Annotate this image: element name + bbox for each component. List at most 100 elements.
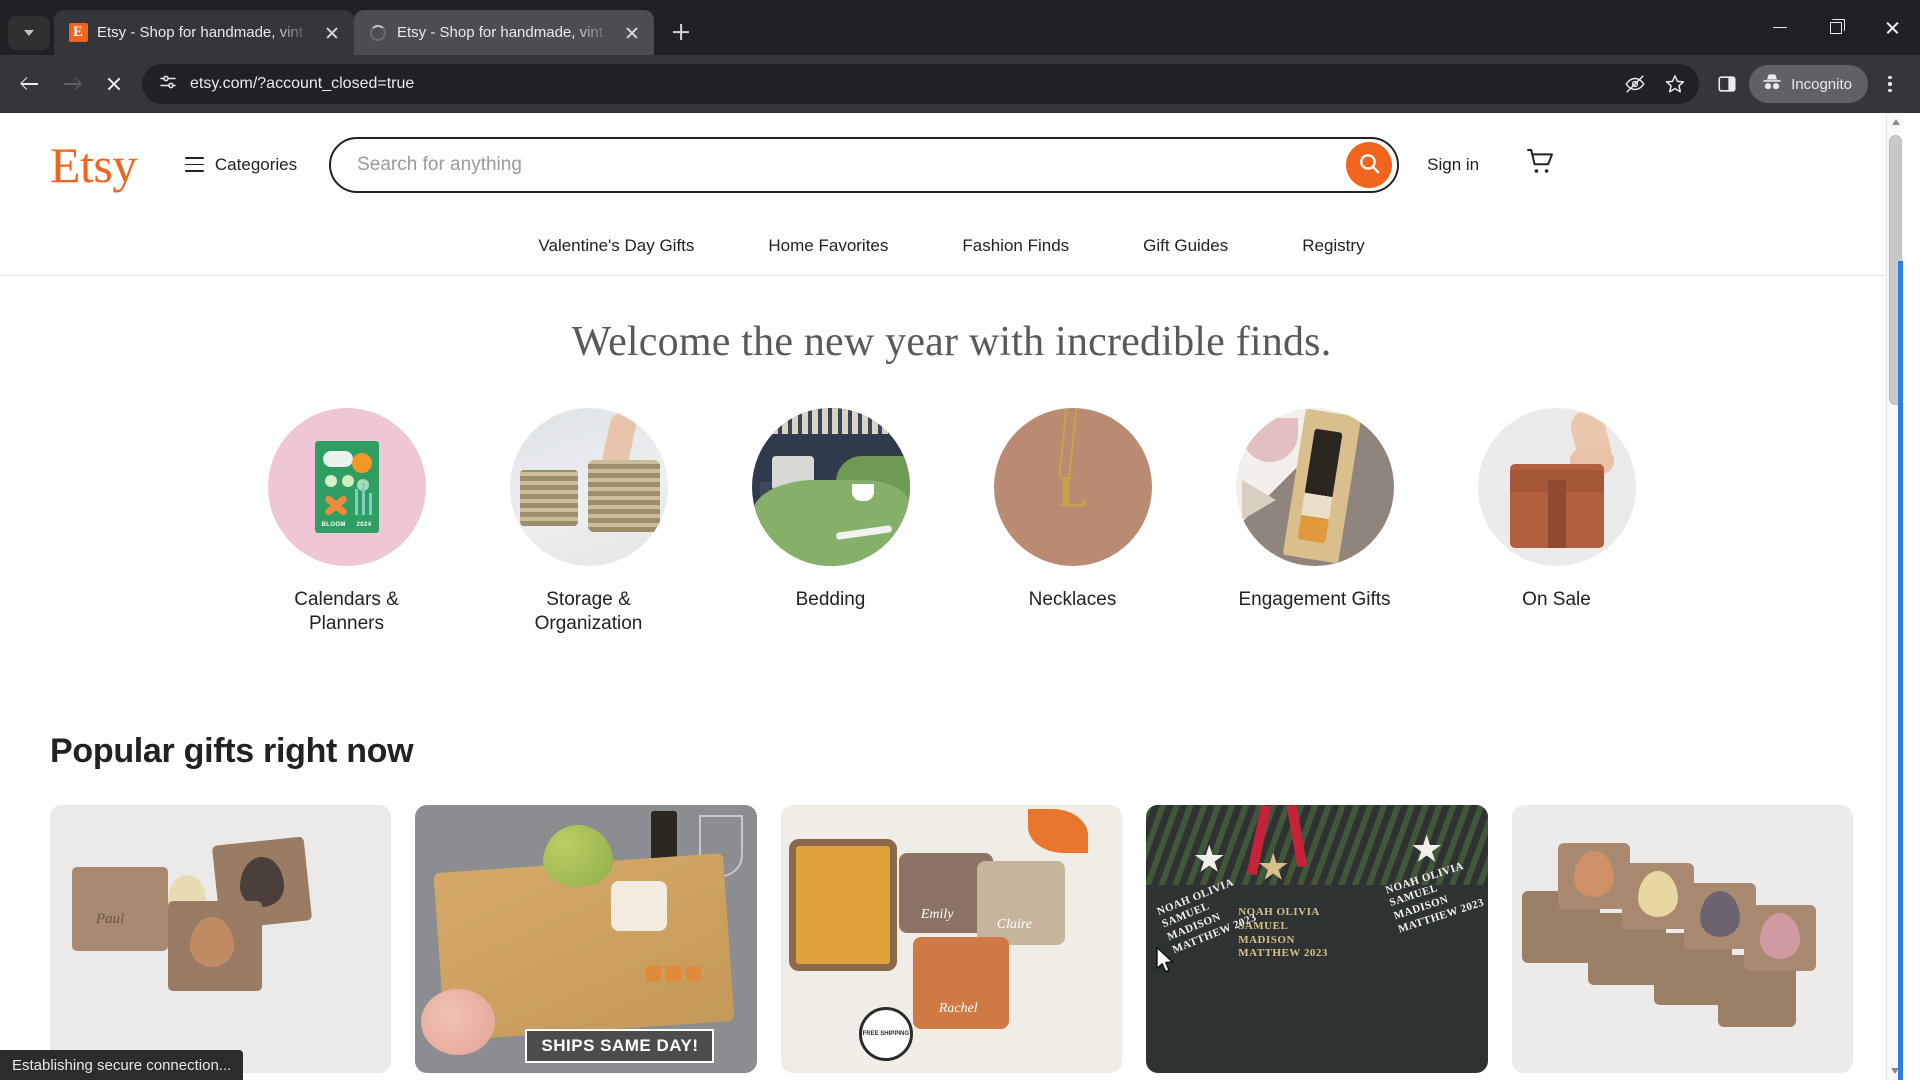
maximize-button[interactable] <box>1808 0 1864 55</box>
tab-2-title: Etsy - Shop for handmade, vint <box>397 24 603 41</box>
case-name-claire: Claire <box>996 916 1033 932</box>
nav-item-registry[interactable]: Registry <box>1302 236 1364 256</box>
category-item-on-sale[interactable]: On Sale <box>1477 408 1636 636</box>
tab-2-close-icon[interactable] <box>620 21 644 45</box>
category-item-engagement[interactable]: Engagement Gifts <box>1235 408 1394 636</box>
nav-item-fashion-finds[interactable]: Fashion Finds <box>962 236 1069 256</box>
browser-tab-2[interactable]: Etsy - Shop for handmade, vint <box>354 10 654 55</box>
category-item-bedding[interactable]: Bedding <box>751 408 910 636</box>
search-button[interactable] <box>1346 141 1393 188</box>
product-card[interactable]: Paul <box>50 804 392 1080</box>
product-card[interactable] <box>1511 804 1854 1080</box>
product-image: Emily Claire Rachel FREE SHIPPING <box>780 804 1123 1073</box>
side-panel-button[interactable] <box>1707 64 1747 104</box>
cart-icon <box>1524 147 1556 182</box>
nav-item-home-favorites[interactable]: Home Favorites <box>768 236 888 256</box>
ships-same-day-badge: SHIPS SAME DAY! <box>525 1028 715 1063</box>
category-circles: BLOOM 2024 Calendars & Planners Storage … <box>0 408 1903 636</box>
engraved-name: Paul <box>96 910 125 927</box>
product-card[interactable]: SHIPS SAME DAY! <box>415 804 757 1080</box>
category-item-calendars[interactable]: BLOOM 2024 Calendars & Planners <box>267 408 426 636</box>
scroll-up-arrow-icon[interactable] <box>1887 113 1904 131</box>
bedding-thumbnail <box>751 408 910 566</box>
tab-strip: E Etsy - Shop for handmade, vint Etsy - … <box>0 0 1920 55</box>
search-icon <box>1357 151 1382 179</box>
case-name-emily: Emily <box>920 906 954 922</box>
product-image <box>1511 804 1854 1073</box>
product-image: NOAH OLIVIA SAMUEL MADISON MATTHEW 2023 … <box>1146 804 1488 1073</box>
focus-highlight-bar <box>1898 261 1903 1080</box>
browser-toolbar: etsy.com/?account_closed=true Incognito <box>0 55 1920 113</box>
category-label: Engagement Gifts <box>1238 589 1391 610</box>
sub-navigation: Valentine's Day Gifts Home Favorites Fas… <box>0 216 1903 276</box>
categories-button[interactable]: Categories <box>184 154 298 175</box>
new-tab-button[interactable] <box>662 13 700 51</box>
category-label: Calendars & Planners <box>294 589 399 634</box>
nav-item-gift-guides[interactable]: Gift Guides <box>1143 236 1228 256</box>
page-content: Etsy Categories Sign in <box>0 113 1903 1080</box>
url-text: etsy.com/?account_closed=true <box>190 75 415 92</box>
bookmark-star-icon[interactable] <box>1657 66 1693 102</box>
incognito-indicator[interactable]: Incognito <box>1749 65 1868 103</box>
engagement-thumbnail <box>1235 408 1394 566</box>
on-sale-thumbnail <box>1477 408 1636 566</box>
hamburger-icon <box>184 157 204 172</box>
hero-heading: Welcome the new year with incredible fin… <box>571 319 1332 365</box>
category-item-storage[interactable]: Storage & Organization <box>509 408 668 636</box>
tracking-protection-icon[interactable] <box>1617 66 1653 102</box>
site-header: Etsy Categories Sign in <box>0 113 1903 216</box>
back-arrow-icon <box>21 75 39 93</box>
forward-button[interactable] <box>52 64 92 104</box>
close-window-button[interactable] <box>1864 0 1920 55</box>
omnibox-actions <box>1617 66 1693 102</box>
stop-loading-icon <box>106 76 122 92</box>
back-button[interactable] <box>10 64 50 104</box>
cart-button[interactable] <box>1523 148 1557 182</box>
product-card[interactable]: Emily Claire Rachel FREE SHIPPING <box>780 804 1123 1080</box>
address-bar[interactable]: etsy.com/?account_closed=true <box>142 64 1700 104</box>
necklaces-thumbnail: L <box>993 408 1152 566</box>
browser-tab-1[interactable]: E Etsy - Shop for handmade, vint <box>54 10 354 55</box>
calendar-brand-text: BLOOM <box>321 522 346 528</box>
stop-loading-button[interactable] <box>94 64 134 104</box>
sign-in-link[interactable]: Sign in <box>1427 155 1479 175</box>
chevron-down-icon <box>24 30 34 36</box>
toolbar-right: Incognito <box>1707 64 1910 104</box>
tab-1-title: Etsy - Shop for handmade, vint <box>97 24 303 41</box>
case-name-rachel: Rachel <box>938 1000 978 1016</box>
calendars-thumbnail: BLOOM 2024 <box>267 408 426 566</box>
calendar-year-text: 2024 <box>356 522 372 528</box>
categories-label: Categories <box>214 154 298 174</box>
etsy-logo[interactable]: Etsy <box>50 140 137 190</box>
etsy-favicon: E <box>68 23 88 43</box>
nav-item-valentines[interactable]: Valentine's Day Gifts <box>538 236 694 256</box>
incognito-label: Incognito <box>1791 75 1852 93</box>
product-image: SHIPS SAME DAY! <box>415 804 757 1073</box>
tab-1-close-icon[interactable] <box>320 21 344 45</box>
browser-window: E Etsy - Shop for handmade, vint Etsy - … <box>0 0 1920 1080</box>
category-label: Bedding <box>795 589 866 610</box>
window-controls <box>1752 0 1920 55</box>
close-icon <box>1885 20 1900 35</box>
search-input[interactable] <box>357 153 1347 176</box>
page-viewport: Etsy Categories Sign in <box>0 113 1920 1080</box>
browser-menu-button[interactable] <box>1870 64 1910 104</box>
storage-thumbnail <box>509 408 668 566</box>
product-card[interactable]: NOAH OLIVIA SAMUEL MADISON MATTHEW 2023 … <box>1146 804 1488 1080</box>
incognito-icon <box>1761 72 1783 96</box>
tab-search-button[interactable] <box>8 16 50 50</box>
maximize-icon <box>1830 18 1845 34</box>
product-grid: Paul SHIPS SAME DAY! Emily Claire Rachel… <box>0 804 1903 1080</box>
search-bar[interactable] <box>329 136 1400 193</box>
category-label: Necklaces <box>1028 589 1117 610</box>
site-settings-icon[interactable] <box>158 72 178 97</box>
category-item-necklaces[interactable]: L Necklaces <box>993 408 1152 636</box>
loading-spinner-icon <box>368 23 388 43</box>
category-label: On Sale <box>1522 589 1591 610</box>
forward-arrow-icon <box>63 75 81 93</box>
category-label: Storage & Organization <box>534 589 643 634</box>
free-shipping-badge: FREE SHIPPING <box>858 1006 913 1061</box>
minimize-button[interactable] <box>1752 0 1808 55</box>
status-bar: Establishing secure connection... <box>0 1050 244 1080</box>
pendant-letter: L <box>1058 467 1088 516</box>
